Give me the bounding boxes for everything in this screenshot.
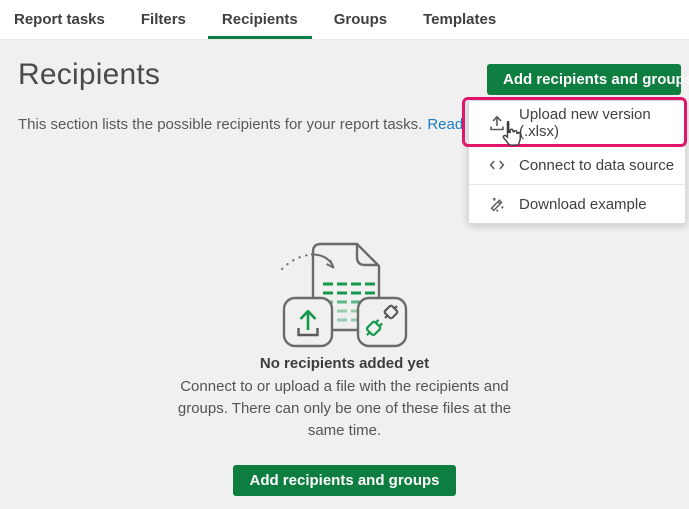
page-title: Recipients <box>18 58 160 92</box>
subtitle-text: This section lists the possible recipien… <box>18 116 422 133</box>
menu-item-connect-data-source[interactable]: Connect to data source <box>469 146 685 184</box>
tab-bar: Report tasks Filters Recipients Groups T… <box>0 0 689 40</box>
page-subtitle: This section lists the possible recipien… <box>18 116 521 133</box>
code-icon <box>488 156 506 174</box>
add-recipients-dropdown-menu: Upload new version (.xlsx) Connect to da… <box>468 100 686 224</box>
menu-item-download-example[interactable]: Download example <box>469 185 685 223</box>
magic-wand-icon <box>488 195 506 213</box>
menu-item-label: Connect to data source <box>519 157 674 174</box>
add-recipients-button-top[interactable]: Add recipients and groups <box>487 64 681 95</box>
menu-item-label: Download example <box>519 196 647 213</box>
upload-or-connect-illustration <box>275 238 415 350</box>
empty-state: No recipients added yet Connect to or up… <box>0 238 689 496</box>
empty-state-description: Connect to or upload a file with the rec… <box>177 376 513 442</box>
menu-item-upload-new-version[interactable]: Upload new version (.xlsx) <box>469 101 685 145</box>
tab-groups[interactable]: Groups <box>320 0 401 39</box>
tab-filters[interactable]: Filters <box>127 0 200 39</box>
menu-item-label: Upload new version (.xlsx) <box>519 106 685 140</box>
upload-icon <box>488 114 506 132</box>
tab-templates[interactable]: Templates <box>409 0 510 39</box>
tab-report-tasks[interactable]: Report tasks <box>0 0 119 39</box>
content-area: Recipients This section lists the possib… <box>0 40 689 509</box>
tab-recipients[interactable]: Recipients <box>208 0 312 39</box>
add-recipients-button-bottom[interactable]: Add recipients and groups <box>233 465 455 496</box>
empty-state-title: No recipients added yet <box>260 355 429 372</box>
